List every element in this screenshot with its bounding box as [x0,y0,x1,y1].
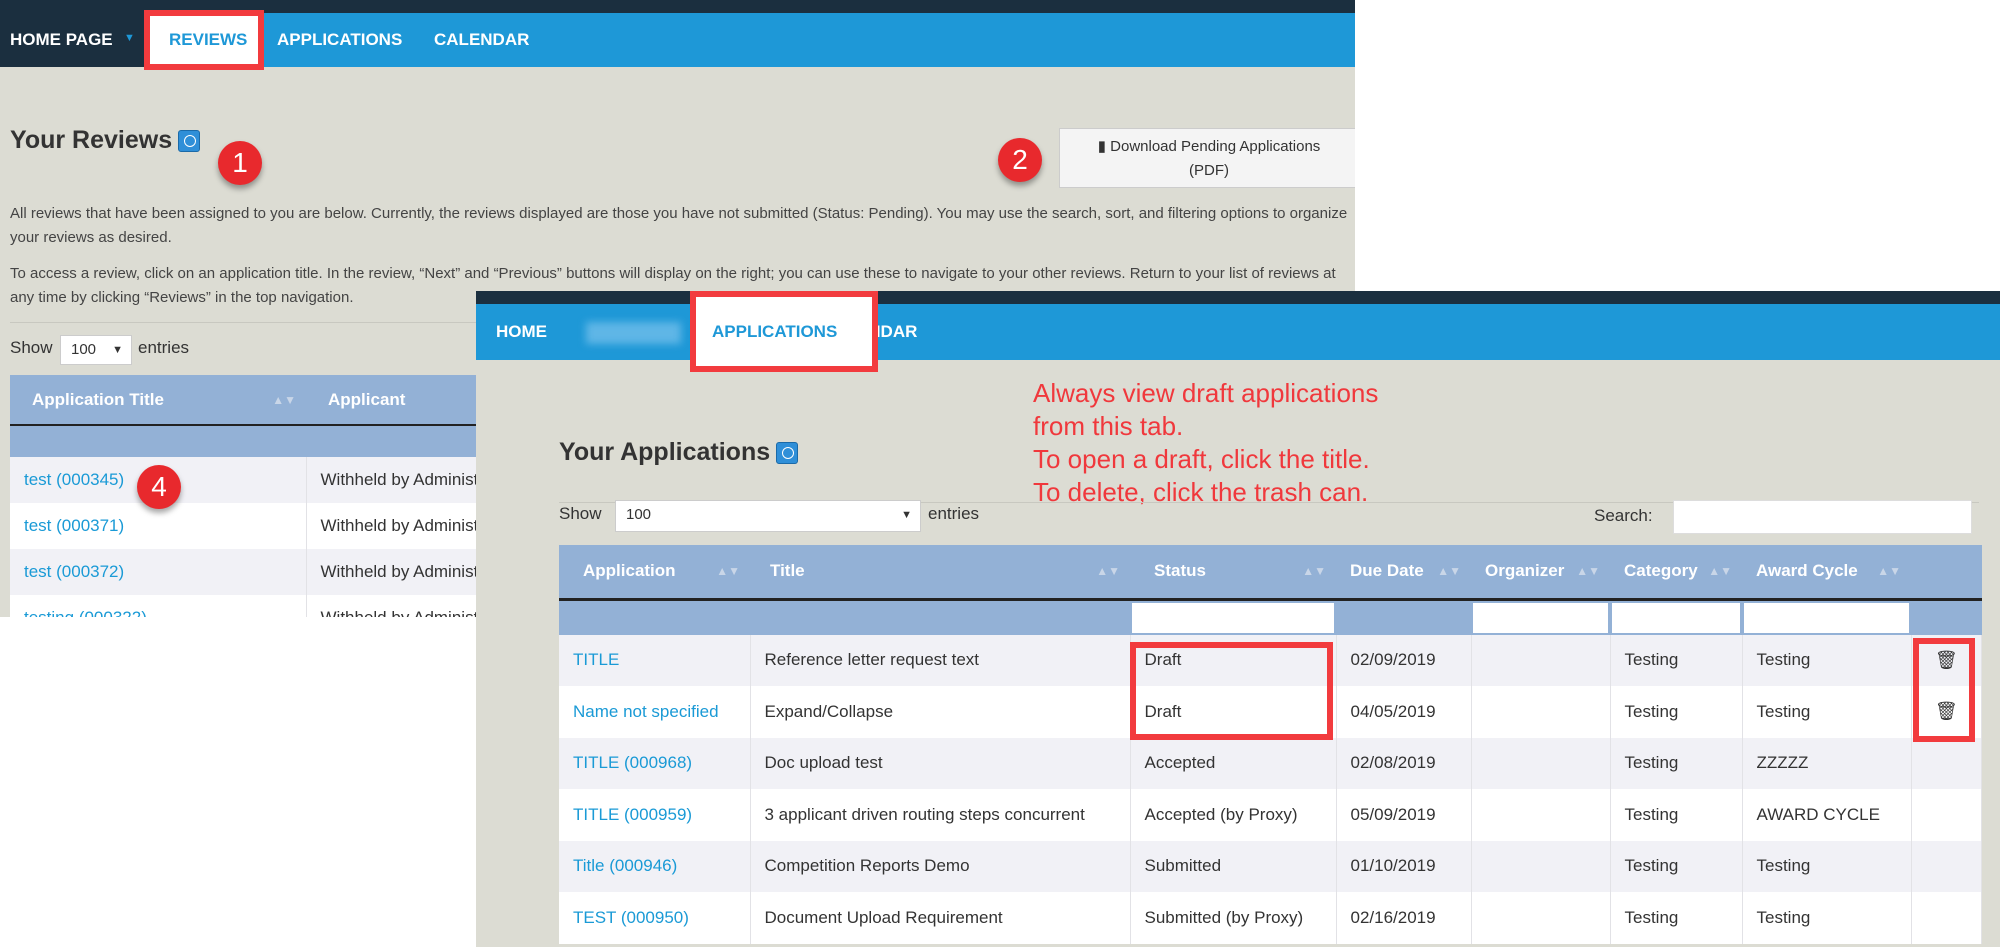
status-cell: Accepted (by Proxy) [1130,789,1337,841]
page-size-select[interactable]: 100 ▼ [615,500,921,532]
application-link[interactable]: Title (000946) [573,856,677,875]
title-cell: Competition Reports Demo [750,840,1131,892]
annotation-badge: 1 [218,141,262,185]
due-date-cell: 01/10/2019 [1336,840,1472,892]
award-cycle-cell: ZZZZZ [1742,737,1912,789]
organizer-cell [1471,737,1611,789]
application-link[interactable]: TITLE (000968) [573,753,692,772]
trash-highlight [1913,638,1975,742]
status-filter[interactable]: All ▼ [1132,602,1334,633]
category-cell: Testing [1610,789,1743,841]
due-date-cell: 02/08/2019 [1336,737,1472,789]
col-application[interactable]: Application ▲▼ [559,545,750,599]
intro-text: All reviews that have been assigned to y… [10,205,1348,246]
col-application-title[interactable]: Application Title ▲▼ [10,375,306,425]
review-link[interactable]: test (000371) [24,516,124,535]
status-cell: Submitted [1130,840,1337,892]
blurred-nav-item[interactable] [586,322,681,344]
nav-applications[interactable]: APPLICATIONS [712,322,837,342]
award-cycle-cell: Testing [1742,686,1912,738]
organizer-cell [1471,840,1611,892]
award-cycle-cell: AWARD CYCLE [1742,789,1912,841]
title-cell: Reference letter request text [750,634,1131,686]
page-title: Your Applications [559,438,799,467]
col-status[interactable]: Status ▲▼ [1130,545,1336,599]
review-link[interactable]: testing (000322) [24,608,147,617]
organizer-filter[interactable]: All ▼ [1473,602,1608,633]
table-row: TITLE (000968) Doc upload test Accepted … [559,737,1982,789]
award-cycle-cell: Testing [1742,892,1912,944]
award-cycle-cell: Testing [1742,634,1912,686]
category-filter[interactable]: All ▼ [1612,602,1740,633]
title-cell: 3 applicant driven routing steps concurr… [750,789,1131,841]
organizer-cell [1471,789,1611,841]
page-size-select[interactable]: 100 ▼ [60,335,132,365]
organizer-cell [1471,892,1611,944]
search-input[interactable] [1673,500,1972,534]
download-pending-button[interactable]: ▮ Download Pending Applications (PDF) [1059,128,1355,188]
col-award-cycle[interactable]: Award Cycle ▲▼ [1742,545,1911,599]
application-link[interactable]: TITLE (000959) [573,805,692,824]
title-cell: Document Upload Requirement [750,892,1131,944]
award-cycle-cell: Testing [1742,840,1912,892]
page-title: Your Reviews [10,126,201,155]
organizer-cell [1471,634,1611,686]
nav-reviews[interactable]: REVIEWS [169,30,247,50]
nav-home[interactable]: HOME [496,322,547,342]
table-row: Title (000946) Competition Reports Demo … [559,840,1982,892]
table-row: TEST (000950) Document Upload Requiremen… [559,892,1982,944]
organizer-cell [1471,686,1611,738]
category-cell: Testing [1610,634,1743,686]
category-cell: Testing [1610,737,1743,789]
annotation-badge: 4 [137,465,181,509]
nav-home-page[interactable]: HOME PAGE [10,30,113,50]
due-date-cell: 02/16/2019 [1336,892,1472,944]
nav-calendar[interactable]: CALENDAR [434,30,529,50]
applications-window: HOME CALENDAR APPLICATIONS Always view d… [476,291,2000,947]
play-video-icon[interactable] [178,130,201,153]
category-cell: Testing [1610,686,1743,738]
title-cell: Doc upload test [750,737,1131,789]
status-cell: Submitted (by Proxy) [1130,892,1337,944]
title-cell: Expand/Collapse [750,686,1131,738]
due-date-cell: 02/09/2019 [1336,634,1472,686]
play-video-icon[interactable] [776,442,799,465]
table-row: TITLE (000959) 3 applicant driven routin… [559,789,1982,841]
annotation-note: Always view draft applications from this … [1033,378,1379,507]
col-category[interactable]: Category ▲▼ [1610,545,1742,599]
nav-applications[interactable]: APPLICATIONS [277,30,402,50]
review-link[interactable]: test (000345) [24,470,124,489]
due-date-cell: 05/09/2019 [1336,789,1472,841]
category-cell: Testing [1610,892,1743,944]
caret-down-icon: ▼ [124,32,135,44]
status-cell: Accepted [1130,737,1337,789]
draft-highlight [1130,642,1333,740]
application-link[interactable]: TEST (000950) [573,908,689,927]
col-title[interactable]: Title ▲▼ [750,545,1130,599]
applications-table: Application ▲▼ Title ▲▼ Status ▲▼ Due Date ▲… [559,545,1982,944]
review-link[interactable]: test (000372) [24,562,124,581]
category-cell: Testing [1610,840,1743,892]
col-due-date[interactable]: Due Date ▲▼ [1336,545,1471,599]
application-link[interactable]: Name not specified [573,702,719,721]
application-link[interactable]: TITLE [573,650,619,669]
due-date-cell: 04/05/2019 [1336,686,1472,738]
award-cycle-filter[interactable]: All ▼ [1744,602,1909,633]
col-organizer[interactable]: Organizer ▲▼ [1471,545,1610,599]
file-icon: ▮ [1097,138,1106,155]
annotation-badge: 2 [998,138,1042,182]
